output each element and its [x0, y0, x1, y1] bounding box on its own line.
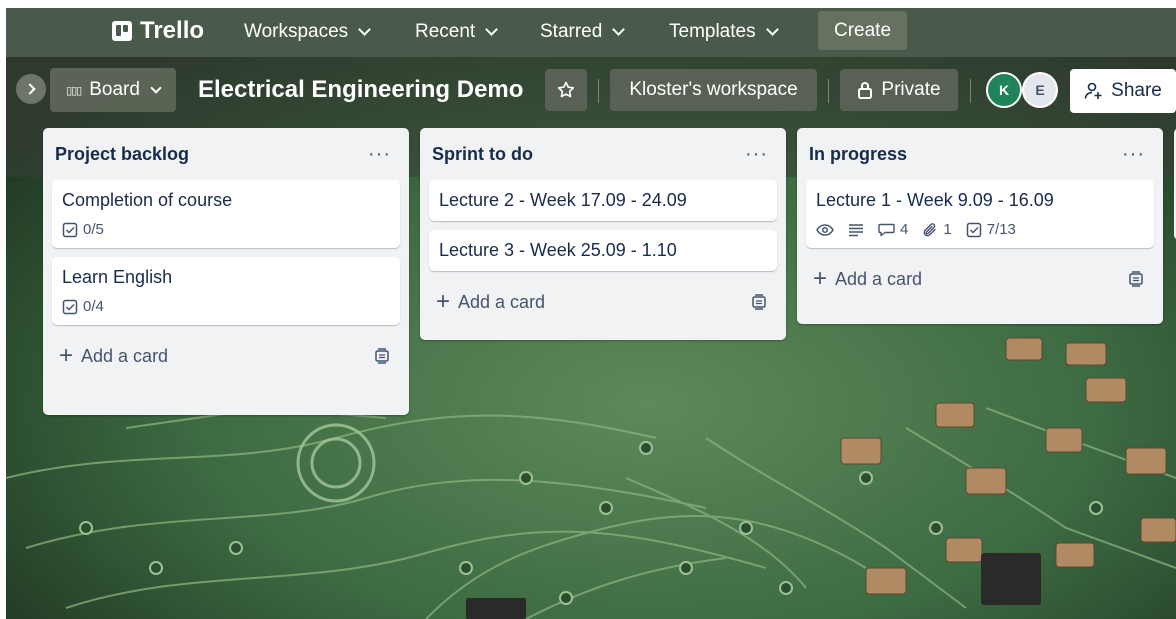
add-card-row: + Add a card	[420, 280, 786, 324]
card-badges: 4 1 7/13	[816, 221, 1144, 238]
chevron-down-icon	[358, 23, 372, 36]
board-view-switcher[interactable]: ▯▯▯ Board	[50, 68, 176, 112]
card[interactable]: Lecture 1 - Week 9.09 - 16.09 4 1 7/13	[806, 180, 1154, 248]
chevron-down-icon	[612, 23, 626, 36]
card-template-icon[interactable]	[750, 293, 768, 311]
chevron-down-icon	[485, 23, 499, 36]
checklist-count: 0/5	[83, 221, 104, 238]
share-label: Share	[1111, 80, 1162, 101]
list-header: Project backlog ···	[43, 128, 409, 180]
board-title[interactable]: Electrical Engineering Demo	[198, 76, 523, 104]
checklist-count: 7/13	[986, 221, 1016, 238]
list-menu-button[interactable]: ···	[739, 143, 774, 166]
share-button[interactable]: Share	[1070, 69, 1176, 113]
eye-icon	[816, 223, 834, 236]
card-template-icon[interactable]	[373, 347, 391, 365]
list-title[interactable]: In progress	[809, 144, 907, 165]
add-card-label: Add a card	[835, 268, 923, 289]
card-title: Lecture 1 - Week 9.09 - 16.09	[816, 190, 1054, 210]
trello-logo[interactable]: Trello	[112, 17, 204, 45]
expand-sidebar-button[interactable]	[16, 74, 46, 104]
add-person-icon	[1084, 82, 1102, 99]
visibility-label: Private	[881, 79, 941, 100]
list-header: Sprint to do ···	[420, 128, 786, 180]
nav-recent-menu[interactable]: Recent	[409, 15, 502, 49]
nav-templates-label: Templates	[669, 21, 756, 42]
chevron-down-icon	[765, 23, 779, 36]
chevron-down-icon	[150, 81, 162, 94]
card-badges: 0/4	[62, 298, 390, 315]
add-card-button[interactable]: + Add a card	[813, 265, 923, 292]
card-template-icon[interactable]	[1127, 270, 1145, 288]
add-card-label: Add a card	[81, 345, 169, 366]
create-button[interactable]: Create	[818, 11, 907, 50]
card[interactable]: Lecture 3 - Week 25.09 - 1.10	[429, 230, 777, 271]
checklist-badge: 0/4	[62, 298, 104, 315]
trello-logo-text: Trello	[140, 17, 205, 44]
nav-workspaces-menu[interactable]: Workspaces	[238, 15, 375, 49]
checklist-count: 0/4	[83, 298, 104, 315]
add-card-button[interactable]: + Add a card	[436, 288, 546, 315]
comment-icon	[878, 223, 895, 237]
workspace-button[interactable]: Kloster's workspace	[610, 69, 817, 111]
member-avatar-e[interactable]: E	[1022, 72, 1058, 108]
top-navigation-bar: Trello Workspaces Recent Starred Templat…	[6, 8, 1176, 57]
comments-count: 4	[900, 221, 909, 238]
checkbox-icon	[62, 222, 78, 237]
plus-icon: +	[436, 288, 451, 315]
board-view-label: Board	[89, 79, 140, 100]
card-title: Learn English	[62, 267, 173, 287]
plus-icon: +	[59, 342, 74, 369]
header-divider	[828, 79, 829, 103]
card[interactable]: Lecture 2 - Week 17.09 - 24.09	[429, 180, 777, 221]
card-badges: 0/5	[62, 221, 390, 238]
add-card-button[interactable]: + Add a card	[59, 342, 169, 369]
paperclip-icon	[923, 222, 937, 236]
checkbox-icon	[62, 299, 78, 314]
card-title: Lecture 3 - Week 25.09 - 1.10	[439, 240, 677, 260]
comments-badge: 4	[878, 221, 908, 238]
board-header: ▯▯▯ Board Electrical Engineering Demo Kl…	[6, 57, 1176, 125]
attachments-count: 1	[943, 221, 952, 238]
member-avatar-k[interactable]: K	[986, 72, 1022, 108]
trello-app: Trello Workspaces Recent Starred Templat…	[6, 8, 1176, 619]
list-title[interactable]: Project backlog	[55, 144, 189, 165]
checkbox-icon	[966, 222, 981, 237]
lock-icon	[858, 82, 873, 99]
chevron-right-icon	[23, 83, 36, 95]
list-menu-button[interactable]: ···	[1116, 143, 1151, 166]
watch-badge	[816, 223, 834, 237]
checklist-badge: 7/13	[966, 221, 1016, 238]
list-sprint-to-do: Sprint to do ··· Lecture 2 - Week 17.09 …	[420, 128, 786, 340]
board-view-icon: ▯▯▯	[66, 84, 82, 97]
nav-starred-label: Starred	[540, 21, 603, 42]
checklist-badge: 0/5	[62, 221, 104, 238]
header-divider	[598, 79, 599, 103]
list-menu-button[interactable]: ···	[362, 143, 397, 166]
attachments-badge: 1	[922, 221, 952, 238]
add-card-row: + Add a card	[797, 257, 1163, 301]
visibility-button[interactable]: Private	[840, 69, 958, 111]
star-board-button[interactable]	[545, 69, 587, 111]
list-project-backlog: Project backlog ··· Completion of course…	[43, 128, 409, 415]
list-title[interactable]: Sprint to do	[432, 144, 533, 165]
nav-recent-label: Recent	[415, 21, 476, 42]
star-icon	[557, 81, 575, 98]
nav-templates-menu[interactable]: Templates	[663, 15, 783, 49]
nav-starred-menu[interactable]: Starred	[534, 15, 629, 49]
header-divider	[970, 79, 971, 103]
nav-workspaces-label: Workspaces	[244, 21, 349, 42]
add-card-row: + Add a card	[43, 334, 409, 378]
list-in-progress: In progress ··· Lecture 1 - Week 9.09 - …	[797, 128, 1163, 324]
add-card-label: Add a card	[458, 291, 546, 312]
description-icon	[849, 223, 863, 236]
card[interactable]: Completion of course 0/5	[52, 180, 400, 248]
card[interactable]: Learn English 0/4	[52, 257, 400, 325]
card-title: Lecture 2 - Week 17.09 - 24.09	[439, 190, 687, 210]
description-badge	[848, 223, 864, 237]
plus-icon: +	[813, 265, 828, 292]
list-header: In progress ···	[797, 128, 1163, 180]
trello-logo-icon	[112, 21, 132, 41]
card-title: Completion of course	[62, 190, 233, 210]
